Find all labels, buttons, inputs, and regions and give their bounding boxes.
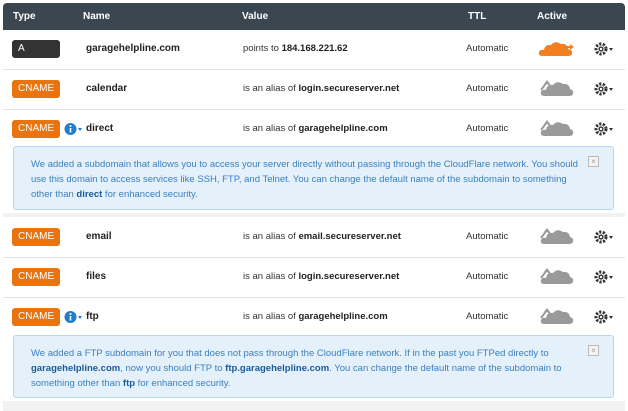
header-type: Type xyxy=(13,11,36,22)
dns-record-row: CNAME ftp is an alias of garagehelpline.… xyxy=(3,298,625,334)
section-divider xyxy=(3,401,625,411)
dns-record-row: A garagehelpline.com points to 184.168.2… xyxy=(3,30,625,70)
record-value[interactable]: is an alias of login.secureserver.net xyxy=(243,83,399,94)
record-ttl[interactable]: Automatic xyxy=(466,311,508,322)
cloud-off-icon[interactable] xyxy=(537,118,575,140)
record-name[interactable]: files xyxy=(86,271,106,282)
gear-icon[interactable] xyxy=(594,41,614,57)
record-ttl[interactable]: Automatic xyxy=(466,123,508,134)
value-prefix: is an alias of xyxy=(243,123,296,134)
gear-icon[interactable] xyxy=(594,121,614,137)
info-note-ftp: We added a FTP subdomain for you that do… xyxy=(13,335,614,398)
record-type-badge[interactable]: A xyxy=(12,40,60,58)
info-icon[interactable] xyxy=(64,122,84,136)
record-value[interactable]: is an alias of email.secureserver.net xyxy=(243,231,401,242)
note-emphasis: ftp xyxy=(122,378,136,389)
section-divider xyxy=(3,213,625,217)
record-ttl[interactable]: Automatic xyxy=(466,43,508,54)
record-ttl[interactable]: Automatic xyxy=(466,83,508,94)
gear-icon[interactable] xyxy=(594,269,614,285)
cloud-off-icon[interactable] xyxy=(537,306,575,328)
cloud-off-icon[interactable] xyxy=(537,266,575,288)
gear-icon[interactable] xyxy=(594,81,614,97)
record-value[interactable]: is an alias of garagehelpline.com xyxy=(243,123,388,134)
header-ttl: TTL xyxy=(468,11,487,22)
close-icon[interactable]: × xyxy=(588,156,599,167)
table-header: Type Name Value TTL Active xyxy=(3,3,625,30)
record-name[interactable]: calendar xyxy=(86,83,127,94)
note-text: for enhanced security. xyxy=(135,378,231,389)
note-emphasis: direct xyxy=(76,189,103,200)
value-target: email.secureserver.net xyxy=(298,231,401,242)
info-note-direct: We added a subdomain that allows you to … xyxy=(13,146,614,210)
header-active: Active xyxy=(537,11,568,22)
value-target: login.secureserver.net xyxy=(298,271,400,282)
gear-icon[interactable] xyxy=(594,229,614,245)
record-type-badge[interactable]: CNAME xyxy=(12,308,60,326)
record-value[interactable]: is an alias of login.secureserver.net xyxy=(243,271,399,282)
record-ttl[interactable]: Automatic xyxy=(466,231,508,242)
info-icon[interactable] xyxy=(64,310,84,324)
value-prefix: points to xyxy=(243,43,279,54)
gear-icon[interactable] xyxy=(594,309,614,325)
record-type-badge[interactable]: CNAME xyxy=(12,268,60,286)
cloud-on-icon[interactable] xyxy=(537,38,575,60)
record-name[interactable]: ftp xyxy=(86,311,99,322)
record-name[interactable]: garagehelpline.com xyxy=(86,43,180,54)
note-text: for enhanced security. xyxy=(102,189,198,200)
dns-record-row: CNAME direct is an alias of garagehelpli… xyxy=(3,110,625,146)
cloud-off-icon[interactable] xyxy=(537,78,575,100)
value-prefix: is an alias of xyxy=(243,231,296,242)
dns-record-row: CNAME files is an alias of login.secures… xyxy=(3,258,625,298)
note-emphasis: ftp.garagehelpline.com xyxy=(225,363,330,374)
dns-record-row: CNAME email is an alias of email.secures… xyxy=(3,218,625,258)
header-value: Value xyxy=(242,11,269,22)
note-text: , now you should FTP to xyxy=(120,363,226,374)
cloud-off-icon[interactable] xyxy=(537,226,575,248)
note-text: We added a FTP subdomain for you that do… xyxy=(31,348,549,359)
record-name[interactable]: email xyxy=(86,231,112,242)
header-name: Name xyxy=(83,11,111,22)
record-name[interactable]: direct xyxy=(86,123,113,134)
record-ttl[interactable]: Automatic xyxy=(466,271,508,282)
record-value[interactable]: is an alias of garagehelpline.com xyxy=(243,311,388,322)
value-target: garagehelpline.com xyxy=(298,123,388,134)
note-emphasis: garagehelpline.com xyxy=(31,363,121,374)
record-value[interactable]: points to 184.168.221.62 xyxy=(243,43,348,54)
value-prefix: is an alias of xyxy=(243,83,296,94)
value-target: 184.168.221.62 xyxy=(281,43,348,54)
record-type-badge[interactable]: CNAME xyxy=(12,120,60,138)
value-prefix: is an alias of xyxy=(243,311,296,322)
dns-record-row: CNAME calendar is an alias of login.secu… xyxy=(3,70,625,110)
value-target: garagehelpline.com xyxy=(298,311,388,322)
value-target: login.secureserver.net xyxy=(298,83,400,94)
record-type-badge[interactable]: CNAME xyxy=(12,228,60,246)
close-icon[interactable]: × xyxy=(588,345,599,356)
value-prefix: is an alias of xyxy=(243,271,296,282)
record-type-badge[interactable]: CNAME xyxy=(12,80,60,98)
